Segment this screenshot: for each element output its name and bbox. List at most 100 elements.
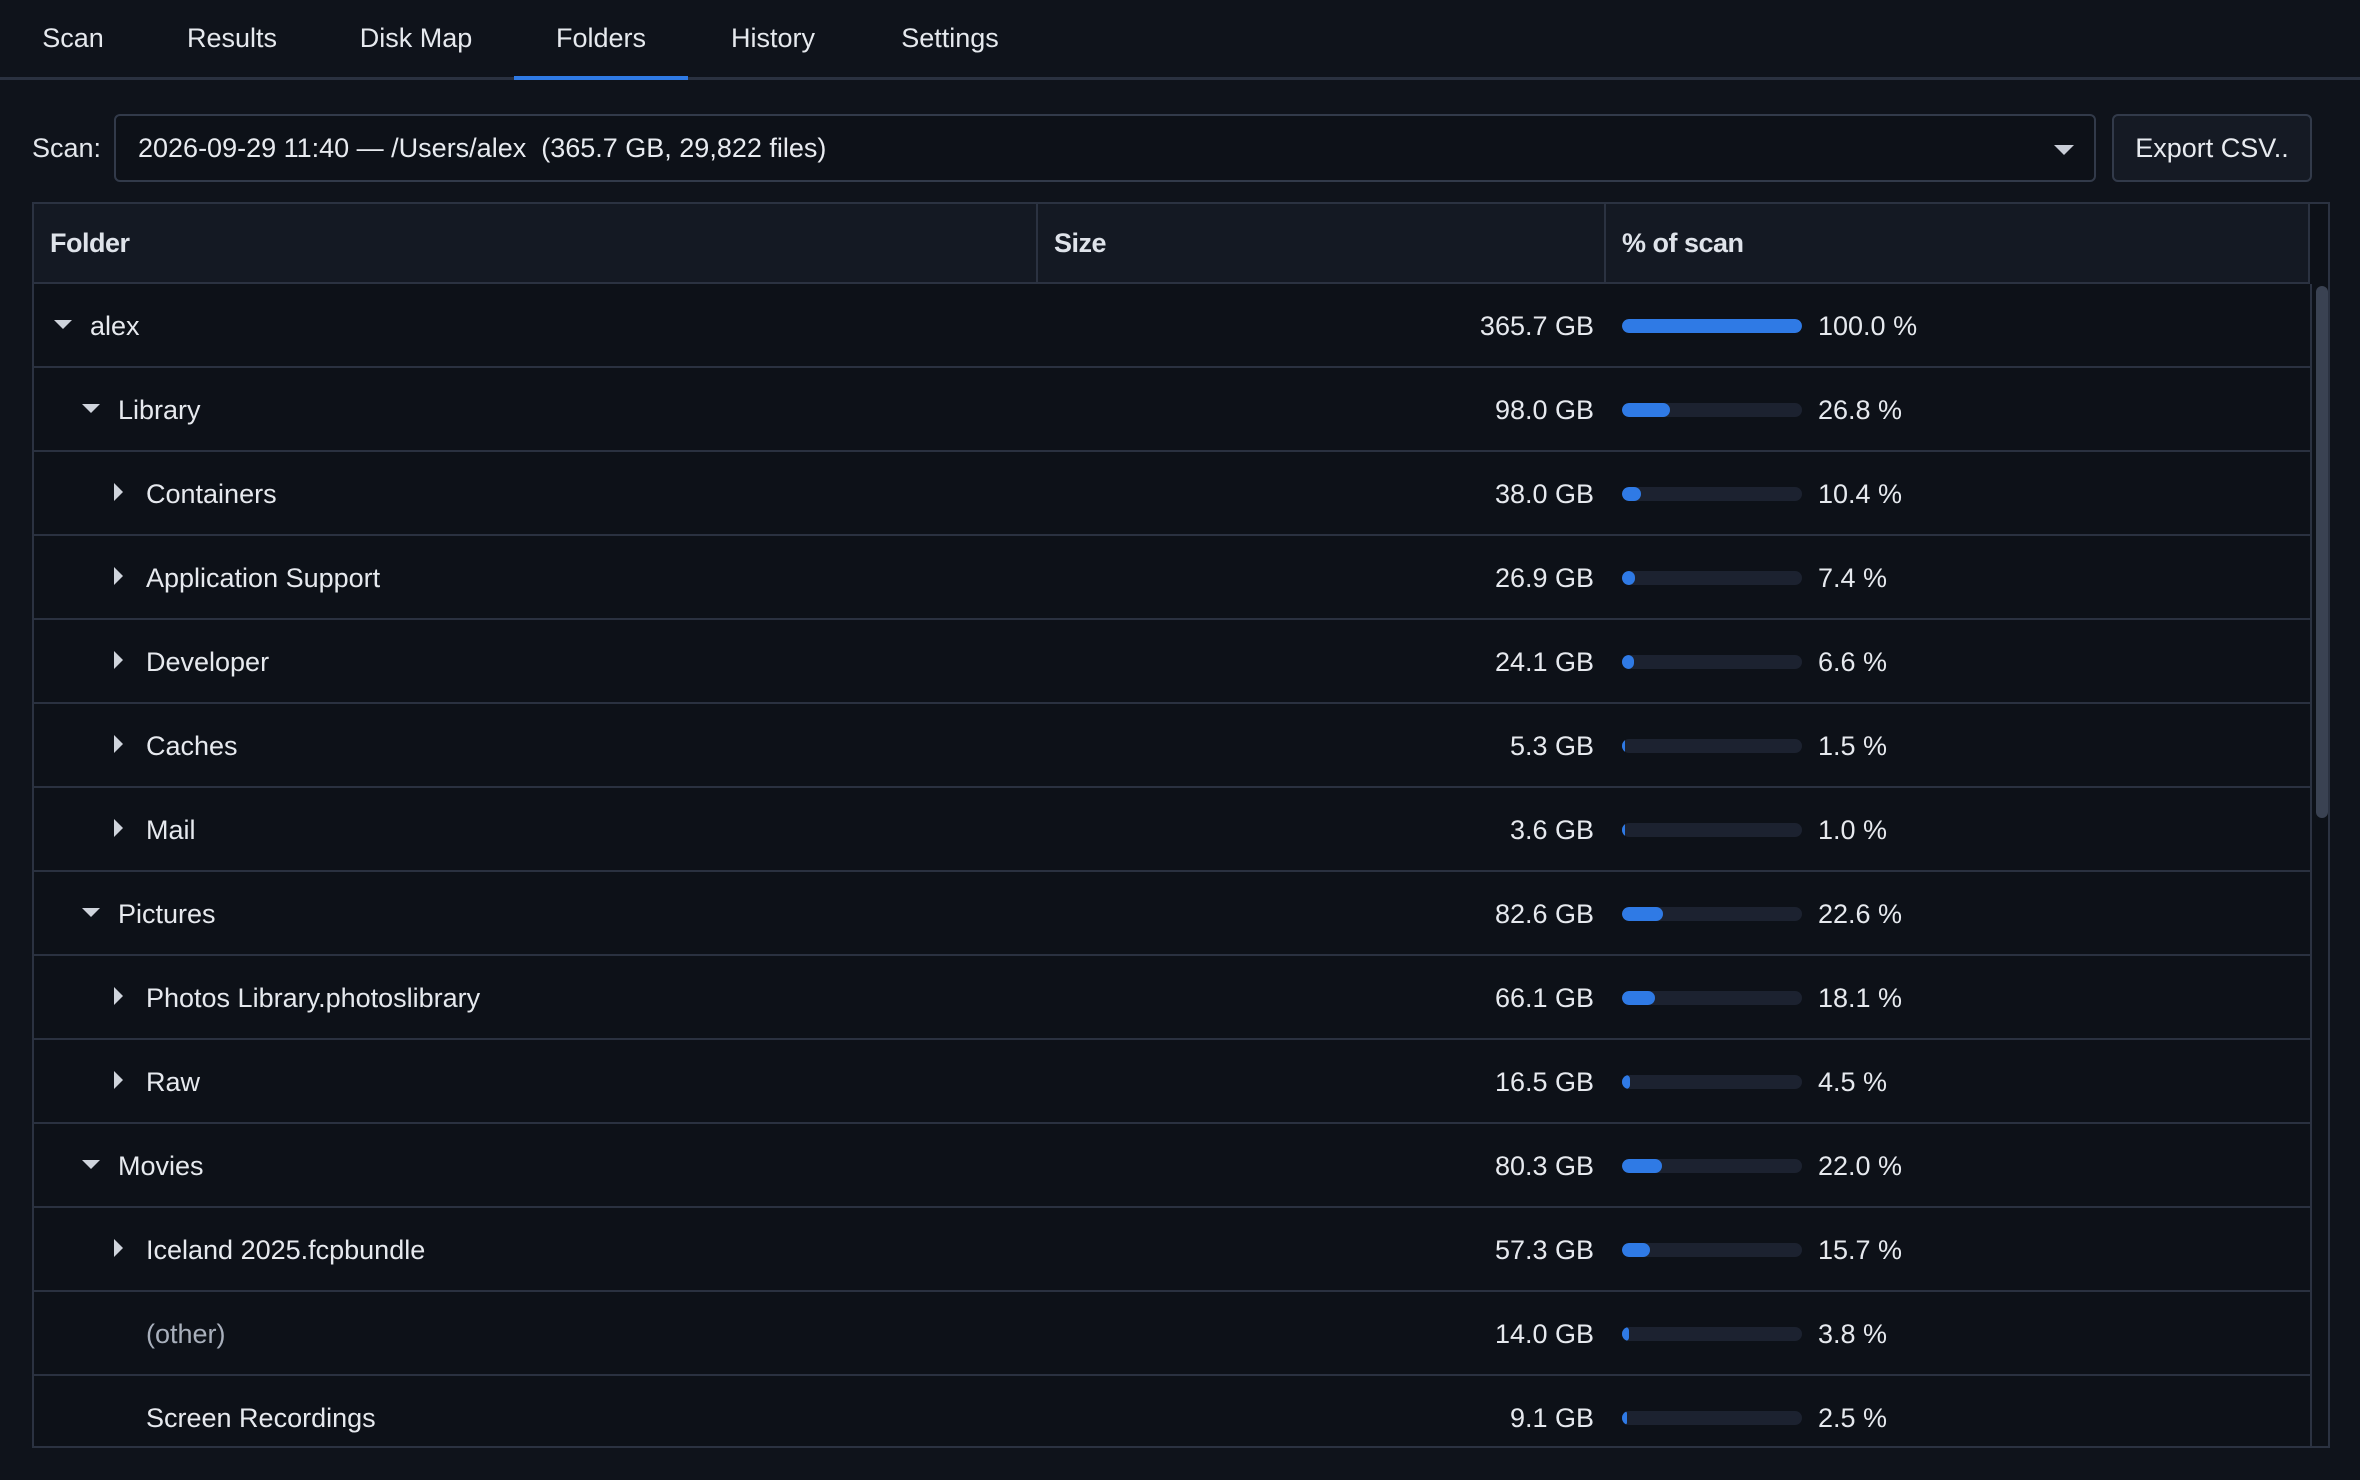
table-row[interactable]: alex 365.7 GB 100.0 % — [34, 284, 2310, 368]
scan-toolbar: Scan: 2026-09-29 11:40 — /Users/alex (36… — [32, 114, 2314, 182]
folder-size: 26.9 GB — [1494, 562, 1594, 593]
folder-size: 9.1 GB — [1509, 1402, 1594, 1433]
usage-bar — [1622, 739, 1802, 753]
table-body: alex 365.7 GB 100.0 % Library 98.0 GB 26.8 % C… — [34, 284, 2310, 1446]
column-header-percent[interactable]: % of scan — [1606, 204, 2310, 282]
table-row[interactable]: Raw 16.5 GB 4.5 % — [34, 1040, 2310, 1124]
folder-size: 3.6 GB — [1509, 814, 1594, 845]
folder-name: Library — [118, 394, 201, 425]
folder-size: 82.6 GB — [1494, 898, 1594, 929]
folder-percent: 7.4 % — [1818, 562, 1888, 593]
usage-bar-fill — [1622, 655, 1634, 669]
folder-size: 14.0 GB — [1494, 1318, 1594, 1349]
scan-label: Scan: — [32, 132, 102, 163]
folder-name: Pictures — [118, 898, 216, 929]
disclosure-collapsed-icon[interactable] — [108, 986, 130, 1008]
scrollbar-thumb[interactable] — [2316, 286, 2328, 818]
tab-history[interactable]: History — [688, 0, 858, 77]
folder-percent: 15.7 % — [1818, 1234, 1903, 1265]
usage-bar-fill — [1622, 1243, 1651, 1257]
folder-name: Screen Recordings — [146, 1402, 376, 1433]
disclosure-expanded-icon[interactable] — [80, 1154, 102, 1176]
table-row[interactable]: Movies 80.3 GB 22.0 % — [34, 1124, 2310, 1208]
table-row[interactable]: Developer 24.1 GB 6.6 % — [34, 620, 2310, 704]
disclosure-collapsed-icon[interactable] — [108, 482, 130, 504]
table-header: Folder Size % of scan — [34, 204, 2310, 284]
vertical-scrollbar[interactable] — [2310, 284, 2328, 1446]
table-row[interactable]: Pictures 82.6 GB 22.6 % — [34, 872, 2310, 956]
usage-bar — [1622, 823, 1802, 837]
folder-percent: 22.6 % — [1818, 898, 1903, 929]
usage-bar — [1622, 319, 1802, 333]
disclosure-collapsed-icon[interactable] — [108, 818, 130, 840]
column-header-size[interactable]: Size — [1038, 204, 1606, 282]
folder-name: Containers — [146, 478, 277, 509]
disclosure-collapsed-icon[interactable] — [108, 1070, 130, 1092]
disclosure-collapsed-icon[interactable] — [108, 1238, 130, 1260]
export-csv-button[interactable]: Export CSV.. — [2112, 114, 2312, 182]
table-row[interactable]: Iceland 2025.fcpbundle 57.3 GB 15.7 % — [34, 1208, 2310, 1292]
scan-selector-dropdown[interactable]: 2026-09-29 11:40 — /Users/alex (365.7 GB… — [114, 114, 2096, 182]
table-row[interactable]: Application Support 26.9 GB 7.4 % — [34, 536, 2310, 620]
disclosure-expanded-icon[interactable] — [80, 902, 102, 924]
folder-size: 16.5 GB — [1494, 1066, 1594, 1097]
usage-bar-fill — [1622, 991, 1655, 1005]
column-header-folder[interactable]: Folder — [34, 204, 1038, 282]
usage-bar-fill — [1622, 1327, 1629, 1341]
table-row[interactable]: Containers 38.0 GB 10.4 % — [34, 452, 2310, 536]
table-row[interactable]: Photos Library.photoslibrary 66.1 GB 18.1 … — [34, 956, 2310, 1040]
folder-size: 5.3 GB — [1509, 730, 1594, 761]
tab-scan[interactable]: Scan — [0, 0, 146, 77]
tab-disk-map[interactable]: Disk Map — [318, 0, 514, 77]
usage-bar — [1622, 1411, 1802, 1425]
disclosure-collapsed-icon[interactable] — [108, 650, 130, 672]
folder-percent: 3.8 % — [1818, 1318, 1888, 1349]
table-row[interactable]: (other) 14.0 GB 3.8 % — [34, 1292, 2310, 1376]
table-row[interactable]: Screen Recordings 9.1 GB 2.5 % — [34, 1376, 2310, 1446]
folder-percent: 100.0 % — [1818, 310, 1918, 341]
folder-name: Caches — [146, 730, 238, 761]
usage-bar-fill — [1622, 403, 1671, 417]
table-row[interactable]: Mail 3.6 GB 1.0 % — [34, 788, 2310, 872]
table-row[interactable]: Caches 5.3 GB 1.5 % — [34, 704, 2310, 788]
usage-bar — [1622, 571, 1802, 585]
tab-results[interactable]: Results — [146, 0, 318, 77]
disclosure-collapsed-icon[interactable] — [108, 734, 130, 756]
folder-name: Raw — [146, 1066, 201, 1097]
folder-size: 80.3 GB — [1494, 1150, 1594, 1181]
usage-bar-fill — [1622, 487, 1641, 501]
folder-name: Photos Library.photoslibrary — [146, 982, 481, 1013]
folder-percent: 2.5 % — [1818, 1402, 1888, 1433]
usage-bar-fill — [1622, 1075, 1631, 1089]
usage-bar — [1622, 487, 1802, 501]
disclosure-expanded-icon[interactable] — [80, 398, 102, 420]
folder-percent: 18.1 % — [1818, 982, 1903, 1013]
chevron-down-icon — [2054, 145, 2074, 155]
folder-size: 57.3 GB — [1494, 1234, 1594, 1265]
folder-name: Mail — [146, 814, 196, 845]
folder-name: alex — [90, 310, 140, 341]
disclosure-collapsed-icon[interactable] — [108, 566, 130, 588]
folder-percent: 10.4 % — [1818, 478, 1903, 509]
usage-bar-fill — [1622, 823, 1625, 837]
usage-bar-fill — [1622, 319, 1802, 333]
tab-settings[interactable]: Settings — [858, 0, 1042, 77]
folder-name: Application Support — [146, 562, 381, 593]
tab-folders[interactable]: Folders — [514, 0, 688, 80]
usage-bar — [1622, 1327, 1802, 1341]
folder-size: 365.7 GB — [1479, 310, 1594, 341]
folder-percent: 26.8 % — [1818, 394, 1903, 425]
folder-name: Movies — [118, 1150, 204, 1181]
usage-bar — [1622, 1075, 1802, 1089]
usage-bar — [1622, 403, 1802, 417]
folder-percent: 22.0 % — [1818, 1150, 1903, 1181]
folder-percent: 1.5 % — [1818, 730, 1888, 761]
scan-selected-value: 2026-09-29 11:40 — /Users/alex (365.7 GB… — [138, 132, 827, 163]
disclosure-expanded-icon[interactable] — [52, 314, 74, 336]
usage-bar-fill — [1622, 907, 1663, 921]
folder-size: 98.0 GB — [1494, 394, 1594, 425]
folder-percent: 6.6 % — [1818, 646, 1888, 677]
table-row[interactable]: Library 98.0 GB 26.8 % — [34, 368, 2310, 452]
tab-bar: Scan Results Disk Map Folders History Se… — [0, 0, 2360, 80]
folders-table: Folder Size % of scan alex 365.7 GB 100.0 … — [32, 202, 2330, 1448]
